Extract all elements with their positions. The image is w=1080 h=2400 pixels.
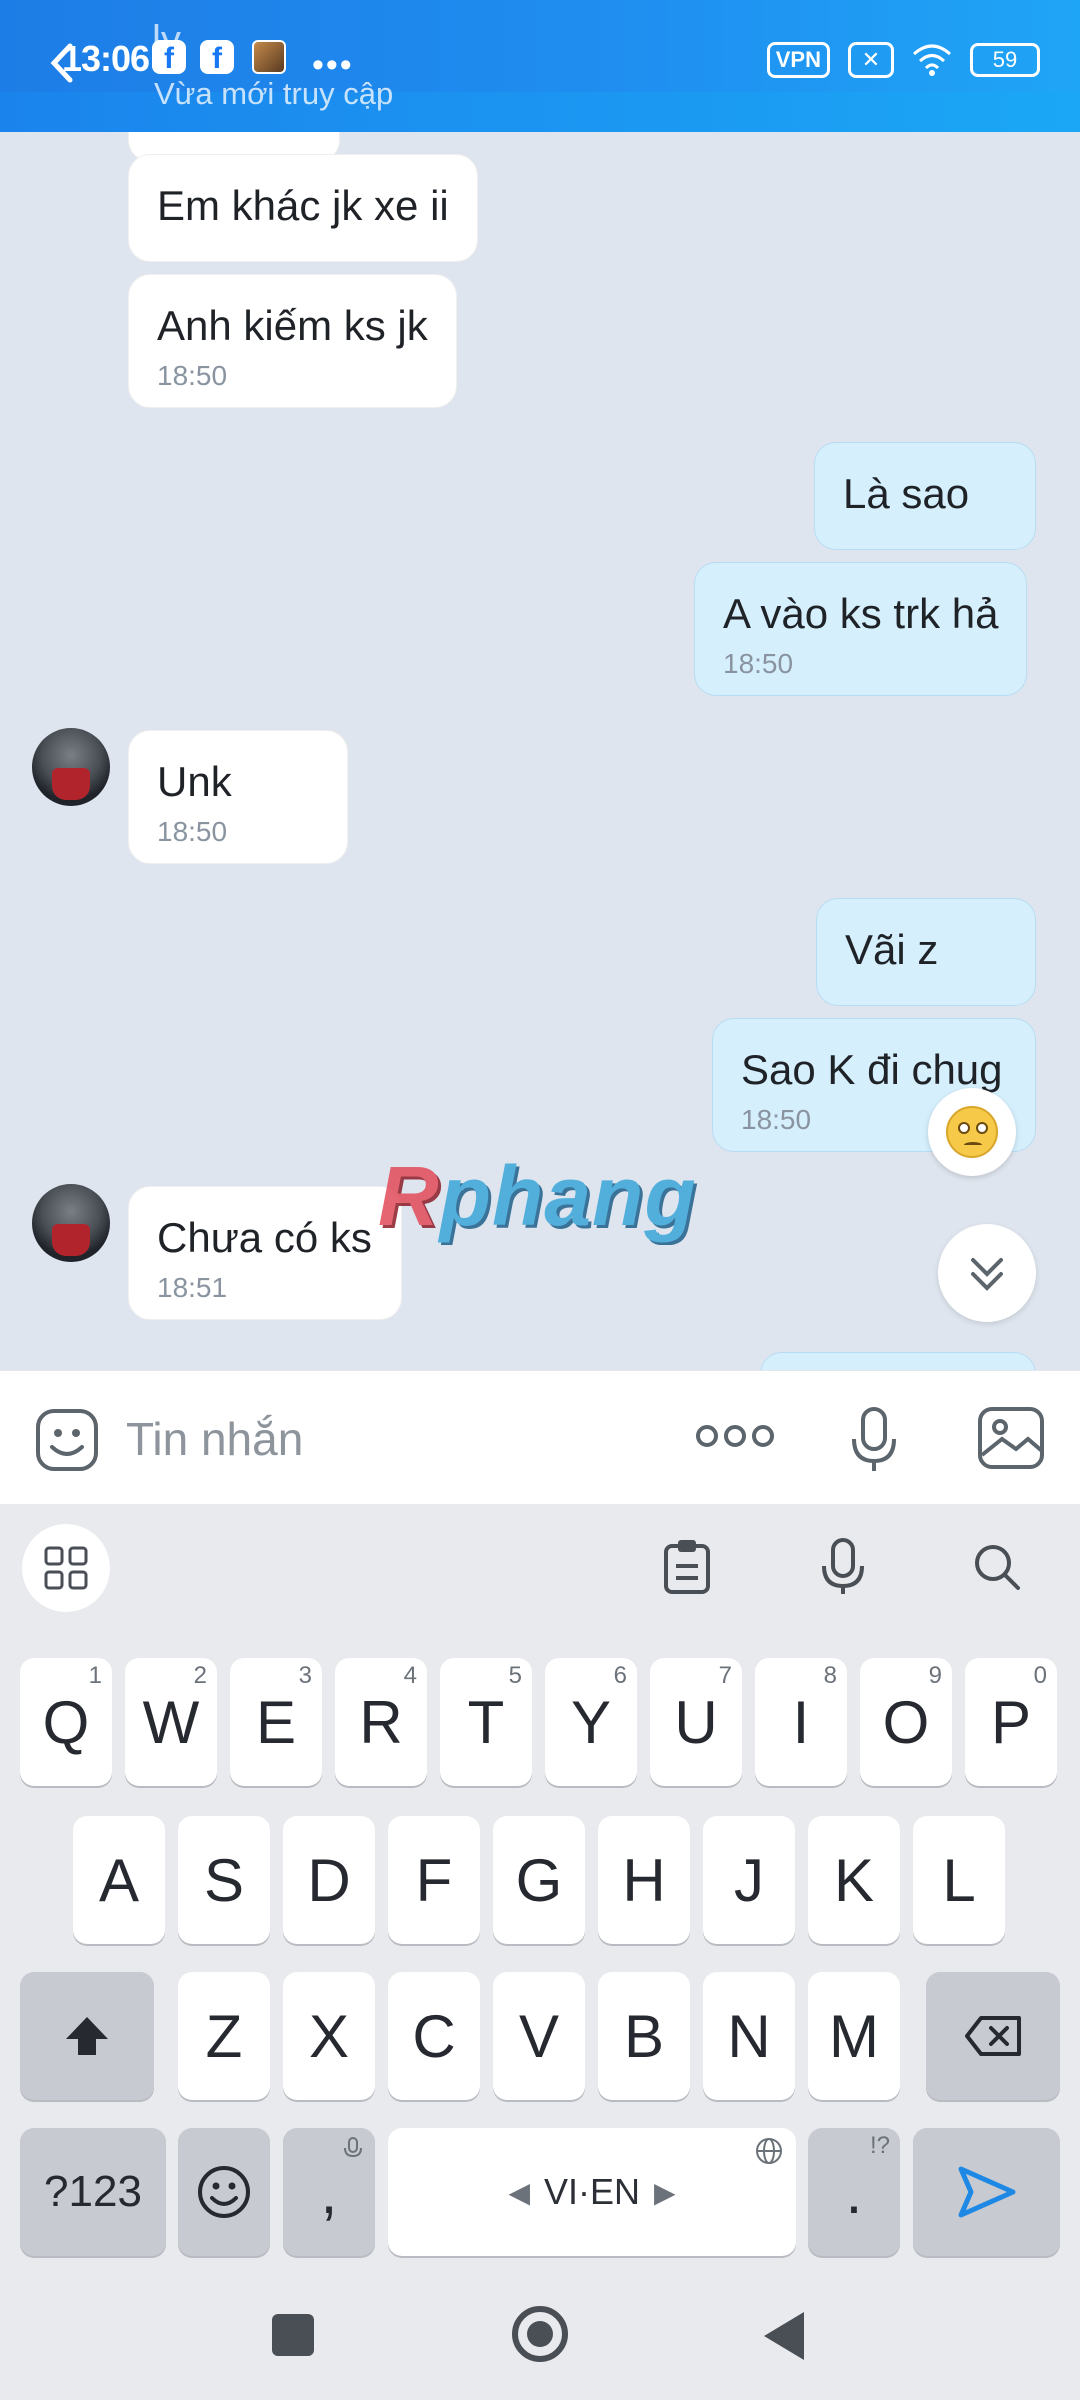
key-g[interactable]: G xyxy=(493,1816,585,1944)
key-f[interactable]: F xyxy=(388,1816,480,1944)
scroll-to-bottom-button[interactable] xyxy=(938,1224,1036,1322)
message-text: Unk xyxy=(157,758,232,805)
key-t[interactable]: T5 xyxy=(440,1658,532,1786)
keyboard: Q1 W2 E3 R4 T5 Y6 U7 I8 O9 P0 A S D F G … xyxy=(0,1504,1080,2400)
message-bubble-incoming[interactable]: Anh kiếm ks jk 18:50 xyxy=(128,274,457,408)
voice-input-icon[interactable] xyxy=(814,1524,870,1612)
message-composer xyxy=(0,1370,1080,1504)
message-text: Sao K đi chug xyxy=(741,1046,1003,1093)
space-key[interactable]: ◀ VI·EN ▶ xyxy=(388,2128,796,2256)
language-label: VI·EN xyxy=(543,2171,640,2212)
image-icon[interactable] xyxy=(976,1405,1046,1471)
keyboard-menu-button[interactable] xyxy=(22,1524,110,1612)
key-v[interactable]: V xyxy=(493,1972,585,2100)
message-bubble-outgoing[interactable]: Vãi z xyxy=(816,898,1036,1006)
message-text: Em khác jk xe ii xyxy=(157,182,449,229)
globe-icon xyxy=(756,2138,782,2164)
message-bubble-outgoing[interactable]: A vào ks trk hả 18:50 xyxy=(694,562,1028,696)
system-icons: VPN ✕ 59 xyxy=(766,40,1040,80)
no-sim-icon: ✕ xyxy=(848,42,894,78)
system-nav-bar xyxy=(0,2278,1080,2400)
key-q[interactable]: Q1 xyxy=(20,1658,112,1786)
key-h[interactable]: H xyxy=(598,1816,690,1944)
message-text: A vào ks trk hả xyxy=(723,590,999,637)
backspace-key[interactable] xyxy=(926,1972,1060,2100)
recents-button[interactable] xyxy=(272,2314,314,2356)
status-time: 13:06 xyxy=(62,38,150,79)
key-y[interactable]: Y6 xyxy=(545,1658,637,1786)
battery-icon: 59 xyxy=(970,43,1040,77)
message-text: Anh kiếm ks jk xyxy=(157,302,428,349)
key-l[interactable]: L xyxy=(913,1816,1005,1944)
send-icon xyxy=(958,2166,1015,2218)
key-n[interactable]: N xyxy=(703,1972,795,2100)
message-time: 18:50 xyxy=(723,648,794,679)
key-r[interactable]: R4 xyxy=(335,1658,427,1786)
backspace-icon xyxy=(965,2016,1021,2056)
game-notification-icon xyxy=(252,40,286,74)
key-p[interactable]: P0 xyxy=(965,1658,1057,1786)
message-text: Vãi z xyxy=(845,926,939,973)
search-icon[interactable] xyxy=(968,1524,1024,1612)
message-time: 18:50 xyxy=(157,816,228,847)
key-e[interactable]: E3 xyxy=(230,1658,322,1786)
shift-icon xyxy=(66,2017,108,2055)
emoji-key[interactable] xyxy=(178,2128,270,2256)
message-text: Là sao xyxy=(843,470,970,517)
message-bubble-incoming[interactable]: Chưa có ks 18:51 xyxy=(128,1186,402,1320)
key-o[interactable]: O9 xyxy=(860,1658,952,1786)
key-s[interactable]: S xyxy=(178,1816,270,1944)
home-button[interactable] xyxy=(512,2306,568,2362)
shift-key[interactable] xyxy=(20,1972,154,2100)
facebook-icon-2: f xyxy=(200,40,234,75)
back-button[interactable] xyxy=(764,2312,804,2360)
key-a[interactable]: A xyxy=(73,1816,165,1944)
key-m[interactable]: M xyxy=(808,1972,900,2100)
message-text: Chưa có ks xyxy=(157,1214,372,1261)
message-input[interactable] xyxy=(126,1409,646,1469)
watermark-logo: Rphang xyxy=(378,1149,697,1243)
chat-header: ly 13:06 f f ••• Vừa mới truy cập VPN ✕ … xyxy=(0,0,1080,132)
message-bubble-incoming[interactable]: Unk 18:50 xyxy=(128,730,348,864)
contact-status: Vừa mới truy cập xyxy=(154,76,394,111)
facebook-icon: f xyxy=(152,40,186,75)
key-b[interactable]: B xyxy=(598,1972,690,2100)
sticker-icon[interactable] xyxy=(34,1407,100,1473)
message-time: 18:50 xyxy=(157,360,228,391)
key-j[interactable]: J xyxy=(703,1816,795,1944)
message-time: 18:51 xyxy=(157,1272,228,1303)
message-bubble-incoming[interactable]: Em khác jk xe ii xyxy=(128,154,478,262)
key-x[interactable]: X xyxy=(283,1972,375,2100)
contact-avatar[interactable] xyxy=(32,728,110,806)
key-k[interactable]: K xyxy=(808,1816,900,1944)
key-d[interactable]: D xyxy=(283,1816,375,1944)
message-bubble-partial xyxy=(760,1352,1036,1370)
microphone-icon[interactable] xyxy=(846,1405,902,1475)
key-w[interactable]: W2 xyxy=(125,1658,217,1786)
language-left-icon: ◀ xyxy=(508,2176,530,2208)
period-key[interactable]: .!? xyxy=(808,2128,900,2256)
send-key[interactable] xyxy=(913,2128,1060,2256)
clipboard-icon[interactable] xyxy=(658,1524,714,1612)
symbols-key[interactable]: ?123 xyxy=(20,2128,166,2256)
message-list[interactable]: Em khác jk xe ii Anh kiếm ks jk 18:50 Là… xyxy=(0,132,1080,1370)
vpn-icon: VPN xyxy=(766,42,830,78)
mic-hint-icon xyxy=(344,2137,362,2158)
comma-key[interactable]: , xyxy=(283,2128,375,2256)
reaction-emoji-icon[interactable] xyxy=(928,1088,1016,1176)
language-right-icon: ▶ xyxy=(654,2176,676,2208)
key-i[interactable]: I8 xyxy=(755,1658,847,1786)
emoji-icon xyxy=(198,2166,250,2218)
key-z[interactable]: Z xyxy=(178,1972,270,2100)
message-bubble-outgoing[interactable]: Là sao xyxy=(814,442,1036,550)
more-options-icon[interactable] xyxy=(696,1425,780,1452)
key-u[interactable]: U7 xyxy=(650,1658,742,1786)
wifi-icon xyxy=(913,44,951,76)
contact-avatar[interactable] xyxy=(32,1184,110,1262)
key-c[interactable]: C xyxy=(388,1972,480,2100)
